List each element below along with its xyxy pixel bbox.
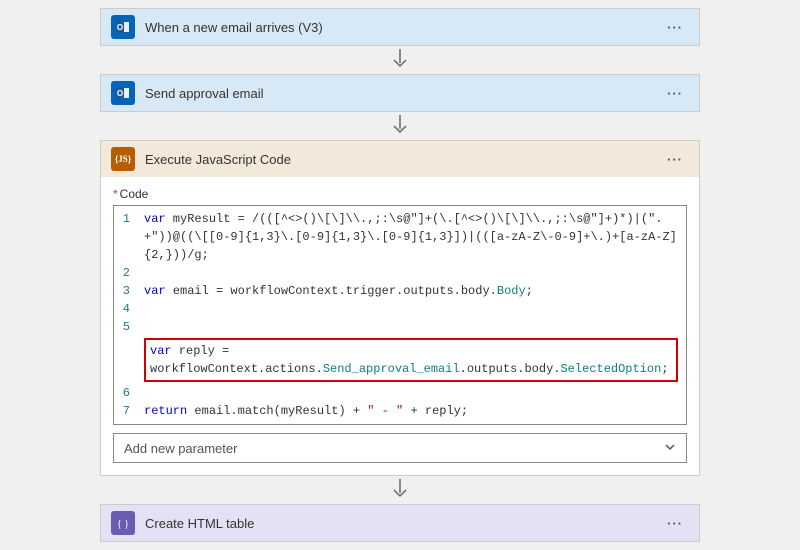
trigger-card[interactable]: O When a new email arrives (V3) ··· bbox=[100, 8, 700, 46]
highlighted-code-region: var reply = workflowContext.actions.Send… bbox=[144, 338, 678, 382]
send-approval-header[interactable]: O Send approval email ··· bbox=[101, 75, 699, 111]
trigger-title: When a new email arrives (V3) bbox=[145, 20, 661, 35]
line-number: 6 bbox=[114, 384, 138, 402]
line-number: 3 bbox=[114, 282, 138, 300]
execute-js-card: {JS} Execute JavaScript Code ··· *Code 1… bbox=[100, 140, 700, 476]
execute-js-header[interactable]: {JS} Execute JavaScript Code ··· bbox=[101, 141, 699, 177]
line-number: 7 bbox=[114, 402, 138, 420]
chevron-down-icon bbox=[664, 441, 676, 456]
code-editor[interactable]: 1var myResult = /(([^<>()\[\]\\.,;:\s@"]… bbox=[113, 205, 687, 425]
send-approval-card[interactable]: O Send approval email ··· bbox=[100, 74, 700, 112]
svg-text:O: O bbox=[117, 23, 123, 32]
execute-js-body: *Code 1var myResult = /(([^<>()\[\]\\.,;… bbox=[101, 177, 699, 475]
javascript-icon: {JS} bbox=[111, 147, 135, 171]
create-html-table-header[interactable]: { } Create HTML table ··· bbox=[101, 505, 699, 541]
execute-js-more-button[interactable]: ··· bbox=[661, 152, 689, 167]
code-text: var myResult = /(([^<>()\[\]\\.,;:\s@"]+… bbox=[138, 210, 686, 264]
trigger-more-button[interactable]: ··· bbox=[661, 20, 689, 35]
add-new-parameter-dropdown[interactable]: Add new parameter bbox=[113, 433, 687, 463]
data-operations-icon: { } bbox=[111, 511, 135, 535]
trigger-header[interactable]: O When a new email arrives (V3) ··· bbox=[101, 9, 699, 45]
connector-arrow bbox=[100, 46, 700, 74]
svg-text:{JS}: {JS} bbox=[115, 154, 132, 164]
outlook-icon: O bbox=[111, 81, 135, 105]
create-html-table-title: Create HTML table bbox=[145, 516, 661, 531]
line-number: 2 bbox=[114, 264, 138, 282]
code-text: return email.match(myResult) + " - " + r… bbox=[138, 402, 686, 420]
connector-arrow bbox=[100, 112, 700, 140]
send-approval-more-button[interactable]: ··· bbox=[661, 86, 689, 101]
code-text: var email = workflowContext.trigger.outp… bbox=[138, 282, 686, 300]
line-number: 5 bbox=[114, 318, 138, 336]
code-field-label: *Code bbox=[113, 187, 687, 201]
line-number: 1 bbox=[114, 210, 138, 264]
create-html-table-card[interactable]: { } Create HTML table ··· bbox=[100, 504, 700, 542]
svg-text:{ }: { } bbox=[117, 519, 129, 530]
execute-js-title: Execute JavaScript Code bbox=[145, 152, 661, 167]
create-html-table-more-button[interactable]: ··· bbox=[661, 516, 689, 531]
svg-text:O: O bbox=[117, 89, 123, 98]
add-parameter-label: Add new parameter bbox=[124, 441, 237, 456]
line-number: 4 bbox=[114, 300, 138, 318]
outlook-icon: O bbox=[111, 15, 135, 39]
send-approval-title: Send approval email bbox=[145, 86, 661, 101]
